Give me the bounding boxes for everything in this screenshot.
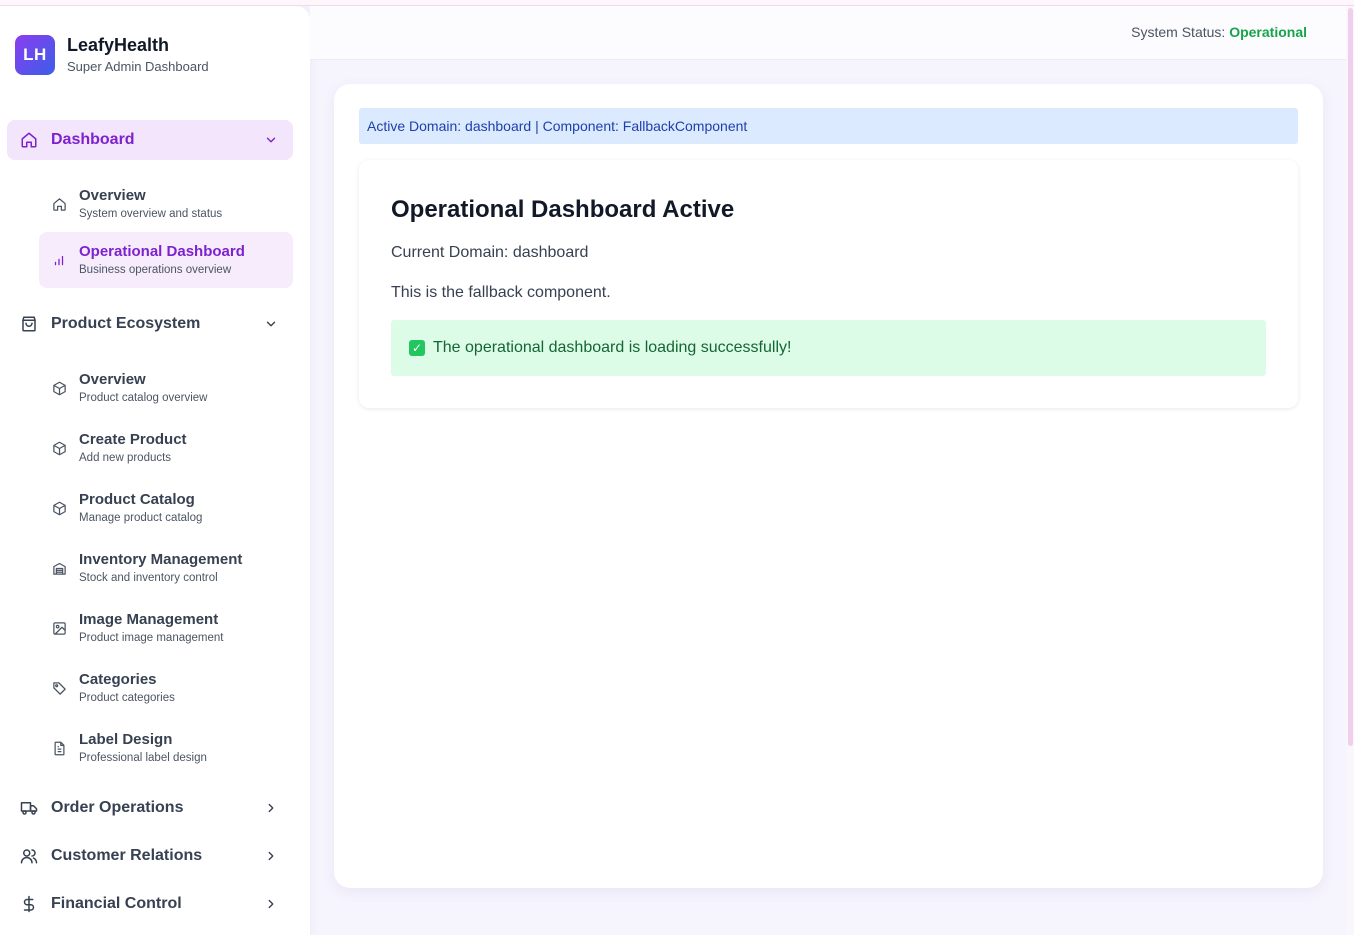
sidebar-item-product-overview[interactable]: Overview Product catalog overview bbox=[39, 360, 293, 416]
home-icon bbox=[51, 196, 67, 212]
scrollbar-thumb[interactable] bbox=[1348, 8, 1353, 746]
success-message: The operational dashboard is loading suc… bbox=[433, 339, 792, 356]
chevron-right-icon[interactable] bbox=[261, 846, 281, 866]
system-status: System Status: Operational bbox=[1131, 24, 1307, 40]
chevron-right-icon[interactable] bbox=[261, 894, 281, 914]
warehouse-icon bbox=[51, 560, 67, 576]
nav-group-customer-relations[interactable]: Customer Relations bbox=[7, 836, 293, 876]
nav-group-label: Product Ecosystem bbox=[51, 315, 201, 332]
card-title: Operational Dashboard Active bbox=[391, 196, 735, 223]
nav-group-label: Order Operations bbox=[51, 799, 184, 816]
sidebar: LH LeafyHealth Super Admin Dashboard Das… bbox=[0, 6, 310, 935]
sidebar-item-create-product[interactable]: Create Product Add new products bbox=[39, 420, 293, 476]
nav-group-product-ecosystem[interactable]: Product Ecosystem bbox=[7, 304, 293, 344]
sidebar-item-inventory-management[interactable]: Inventory Management Stock and inventory… bbox=[39, 540, 293, 596]
sidebar-item-label: Image Management bbox=[79, 611, 219, 628]
top-border bbox=[0, 0, 1354, 6]
sidebar-item-desc: Stock and inventory control bbox=[79, 572, 218, 584]
system-status-label: System Status: bbox=[1131, 24, 1226, 40]
system-status-value: Operational bbox=[1229, 24, 1307, 40]
sidebar-item-dashboard-overview[interactable]: Overview System overview and status bbox=[39, 176, 293, 232]
nav-group-label: Customer Relations bbox=[51, 847, 203, 864]
brand-name: LeafyHealth bbox=[67, 35, 170, 55]
top-header: System Status: Operational bbox=[310, 6, 1346, 60]
users-icon bbox=[19, 846, 39, 866]
chevron-down-icon[interactable] bbox=[261, 130, 281, 150]
truck-icon bbox=[19, 798, 39, 818]
brand[interactable]: LH LeafyHealth Super Admin Dashboard bbox=[15, 34, 209, 76]
nav-group-label: Financial Control bbox=[51, 895, 182, 912]
brand-logo: LH bbox=[15, 35, 55, 75]
fallback-text: This is the fallback component. bbox=[391, 284, 611, 301]
active-domain-banner: Active Domain: dashboard | Component: Fa… bbox=[359, 108, 1298, 144]
sidebar-item-desc: Product catalog overview bbox=[79, 392, 208, 404]
sidebar-item-label: Product Catalog bbox=[79, 491, 195, 508]
sidebar-item-label: Create Product bbox=[79, 431, 187, 448]
current-domain-text: Current Domain: dashboard bbox=[391, 244, 589, 261]
sidebar-item-desc: Business operations overview bbox=[79, 264, 232, 276]
fallback-card: Operational Dashboard Active Current Dom… bbox=[359, 160, 1298, 408]
brand-subtitle: Super Admin Dashboard bbox=[67, 59, 209, 74]
nav-group-label: Dashboard bbox=[51, 131, 135, 148]
sidebar-item-desc: Professional label design bbox=[79, 752, 207, 764]
package-icon bbox=[51, 380, 67, 396]
nav-group-order-operations[interactable]: Order Operations bbox=[7, 788, 293, 828]
sidebar-item-label: Inventory Management bbox=[79, 551, 243, 568]
main-panel: Active Domain: dashboard | Component: Fa… bbox=[334, 84, 1323, 888]
package-icon bbox=[51, 440, 67, 456]
sidebar-item-label: Label Design bbox=[79, 731, 173, 748]
success-alert: ✓ The operational dashboard is loading s… bbox=[391, 320, 1266, 376]
check-icon: ✓ bbox=[409, 340, 425, 356]
chevron-down-icon[interactable] bbox=[261, 314, 281, 334]
sidebar-item-desc: Product categories bbox=[79, 692, 175, 704]
nav-group-financial-control[interactable]: Financial Control bbox=[7, 884, 293, 924]
sidebar-item-product-catalog[interactable]: Product Catalog Manage product catalog bbox=[39, 480, 293, 536]
shopping-bag-icon bbox=[19, 314, 39, 334]
sidebar-item-label: Operational Dashboard bbox=[79, 243, 245, 260]
sidebar-item-image-management[interactable]: Image Management Product image managemen… bbox=[39, 600, 293, 656]
sidebar-item-desc: Product image management bbox=[79, 632, 224, 644]
tag-icon bbox=[51, 680, 67, 696]
chevron-right-icon[interactable] bbox=[261, 798, 281, 818]
sidebar-item-desc: Manage product catalog bbox=[79, 512, 203, 524]
sidebar-item-label-design[interactable]: Label Design Professional label design bbox=[39, 720, 293, 776]
sidebar-item-categories[interactable]: Categories Product categories bbox=[39, 660, 293, 716]
dollar-icon bbox=[19, 894, 39, 914]
nav-group-dashboard[interactable]: Dashboard bbox=[7, 120, 293, 160]
sidebar-item-operational-dashboard[interactable]: Operational Dashboard Business operation… bbox=[39, 232, 293, 288]
sidebar-item-label: Categories bbox=[79, 671, 157, 688]
sidebar-item-desc: Add new products bbox=[79, 452, 172, 464]
image-icon bbox=[51, 620, 67, 636]
sidebar-item-label: Overview bbox=[79, 187, 146, 204]
sidebar-item-desc: System overview and status bbox=[79, 208, 223, 220]
sidebar-item-label: Overview bbox=[79, 371, 146, 388]
file-text-icon bbox=[51, 740, 67, 756]
bar-chart-icon bbox=[51, 252, 67, 268]
package-icon bbox=[51, 500, 67, 516]
home-icon bbox=[19, 130, 39, 150]
